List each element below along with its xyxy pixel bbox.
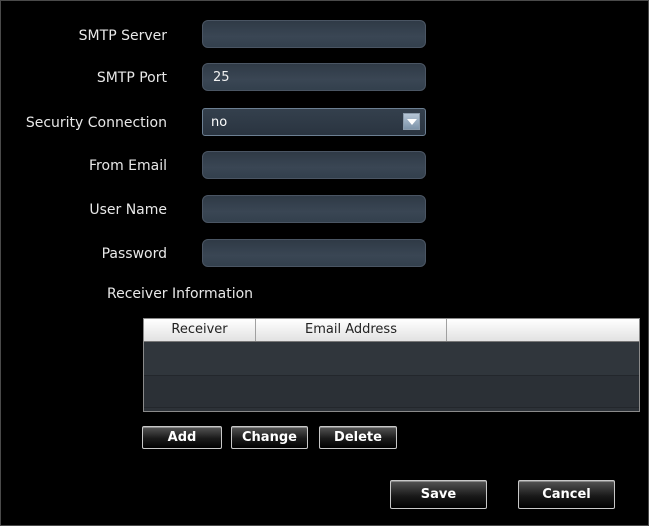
password-label: Password <box>101 246 167 262</box>
security-connection-value: no <box>211 115 228 130</box>
user-name-field[interactable] <box>202 195 426 223</box>
user-name-label: User Name <box>89 202 167 218</box>
change-button[interactable]: Change <box>231 426 308 449</box>
receiver-section-title: Receiver Information <box>107 286 254 302</box>
receiver-table-header: Receiver Email Address <box>144 319 639 342</box>
column-header-blank[interactable] <box>447 319 639 341</box>
column-header-email-address[interactable]: Email Address <box>256 319 447 341</box>
security-connection-label: Security Connection <box>25 115 167 131</box>
smtp-port-field[interactable] <box>202 63 426 91</box>
from-email-field[interactable] <box>202 151 426 179</box>
password-field[interactable] <box>202 239 426 267</box>
column-header-receiver[interactable]: Receiver <box>144 319 256 341</box>
smtp-port-label: SMTP Port <box>96 70 167 86</box>
delete-button[interactable]: Delete <box>319 426 397 449</box>
table-row[interactable] <box>144 376 639 408</box>
save-button[interactable]: Save <box>390 480 487 509</box>
cancel-button[interactable]: Cancel <box>518 480 615 509</box>
email-settings-panel: SMTP Server SMTP Port Security Connectio… <box>0 0 649 526</box>
smtp-server-field[interactable] <box>202 20 426 48</box>
smtp-server-label: SMTP Server <box>78 28 167 44</box>
chevron-down-icon[interactable] <box>403 113 420 130</box>
add-button[interactable]: Add <box>142 426 222 449</box>
security-connection-select[interactable]: no <box>202 108 426 136</box>
receiver-table[interactable]: Receiver Email Address <box>143 318 640 412</box>
table-row[interactable] <box>144 342 639 376</box>
from-email-label: From Email <box>89 158 167 174</box>
